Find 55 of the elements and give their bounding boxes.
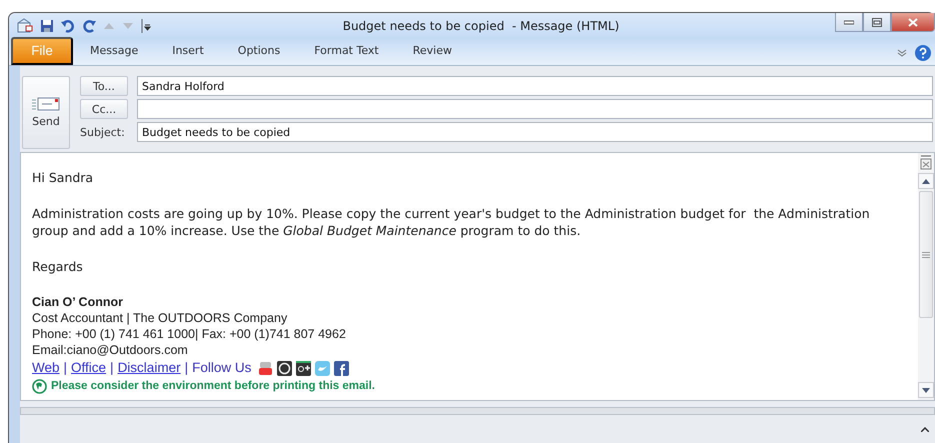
window-title: Budget needs to be copied - Message (HTML) (342, 19, 620, 33)
save-icon[interactable] (40, 19, 54, 33)
split-icon[interactable] (919, 155, 933, 171)
close-button[interactable] (891, 13, 935, 32)
send-button[interactable]: Send (22, 76, 70, 149)
social-icon[interactable] (334, 360, 350, 376)
customize-menu-icon[interactable] (141, 19, 151, 33)
maximize-button[interactable] (863, 13, 891, 32)
ribbon-tab[interactable]: Review (396, 37, 469, 65)
message-paragraph: Administration costs are going up by 10%. Please copy the current year's budget to the Administration budget for the Administration group and add a 10% increase. Use the Global Budget Maintenance program to do this. (32, 205, 871, 239)
video-icon[interactable] (258, 360, 274, 376)
link[interactable]: Disclaimer (118, 360, 181, 376)
ribbon-tab[interactable]: Insert (155, 37, 221, 65)
link[interactable]: Web (32, 360, 60, 376)
separator: | (64, 360, 68, 376)
grip-icon (922, 252, 930, 258)
scroll-down-button[interactable] (918, 382, 934, 398)
address-button[interactable]: To... (80, 76, 128, 96)
minimize-button[interactable] (835, 13, 863, 32)
maximize-icon (872, 18, 882, 26)
close-icon (908, 18, 918, 26)
link[interactable]: Office (71, 360, 106, 376)
greeting-text: Hi Sandra (32, 169, 94, 186)
help-icon[interactable] (915, 45, 931, 61)
globe-icon (32, 378, 47, 394)
blog-icon[interactable] (277, 360, 292, 376)
up-arrow-icon (922, 178, 930, 184)
outlook-icon[interactable] (17, 18, 33, 34)
undo-icon[interactable] (61, 19, 75, 33)
ribbon-tab[interactable]: Format Text (297, 37, 396, 65)
address-button[interactable]: Cc... (80, 99, 128, 119)
ribbon-tab[interactable]: Message (73, 37, 156, 65)
separator: | (110, 360, 114, 376)
signature-line: Cost Accountant | The OUTDOORS Company (32, 310, 288, 326)
scroll-up-button[interactable] (918, 173, 934, 189)
separator: | (184, 360, 188, 376)
recipient-field[interactable] (137, 99, 933, 119)
recipient-field[interactable]: Sandra Holford (137, 76, 933, 96)
envelope-icon (32, 97, 60, 111)
minimize-icon (844, 19, 854, 25)
follow-label: Follow Us (192, 360, 252, 376)
signature-line: Phone: +00 (1) 741 461 1000| Fax: +00 (1)741 807 4962 (32, 326, 347, 342)
ribbon-tab[interactable]: Options (220, 37, 298, 65)
expand-icon[interactable] (921, 426, 929, 432)
scrollbar-thumb[interactable] (919, 191, 933, 318)
closing-text: Regards (32, 258, 84, 275)
subject-field[interactable]: Budget needs to be copied (137, 122, 933, 142)
field-label: Subject: (80, 124, 126, 140)
redo-icon[interactable] (82, 19, 96, 33)
environment-notice: Please consider the environment before printing this email. (51, 379, 375, 394)
plus-icon[interactable] (296, 360, 312, 376)
signature-name: Cian O’ Connor (32, 294, 124, 310)
down-arrow-icon (922, 388, 930, 392)
expand-ribbon-icon[interactable] (897, 49, 907, 57)
signature-line: Email:ciano@Outdoors.com (32, 342, 189, 358)
